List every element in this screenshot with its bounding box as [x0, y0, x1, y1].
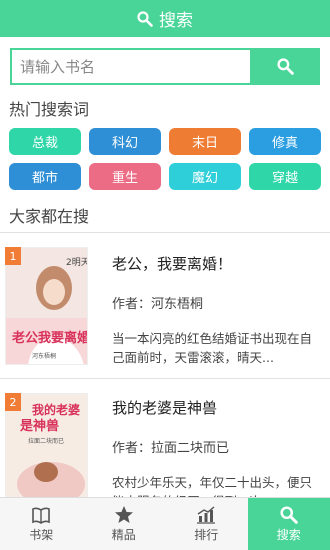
popular-search-title: 大家都在搜 — [9, 207, 90, 226]
tab-bookshelf[interactable]: 书架 — [0, 498, 83, 550]
tag-dushi[interactable]: 都市 — [9, 163, 81, 190]
book-description: 当一本闪亮的红色结婚证书出现在自己面前时，天雷滚滚，晴天... — [112, 331, 313, 365]
tag-mohuan[interactable]: 魔幻 — [169, 163, 241, 190]
star-icon — [114, 506, 133, 523]
page-title: 搜索 — [159, 11, 193, 31]
svg-text:老公我要离婚: 老公我要离婚 — [11, 330, 88, 346]
tab-search[interactable]: 搜索 — [247, 498, 330, 550]
rank-badge: 1 — [5, 247, 21, 265]
hot-search-title: 热门搜索词 — [9, 100, 90, 119]
svg-text:河东梧桐: 河东梧桐 — [32, 352, 56, 360]
book-title[interactable]: 老公，我要离婚！ — [112, 253, 232, 274]
search-icon — [137, 10, 153, 27]
book-author: 作者：拉面二块而已 — [112, 441, 230, 456]
tab-ranking[interactable]: 排行 — [165, 498, 248, 550]
tab-label: 搜索 — [276, 527, 301, 542]
book-title[interactable]: 我的老婆是神兽 — [112, 397, 217, 418]
book-icon — [32, 507, 51, 524]
tab-label: 排行 — [194, 527, 219, 542]
svg-text:2明天: 2明天 — [66, 257, 88, 268]
search-button[interactable] — [250, 48, 320, 85]
tag-kehuan[interactable]: 科幻 — [89, 128, 161, 155]
tag-zongcai[interactable]: 总裁 — [9, 128, 81, 155]
search-icon — [276, 58, 294, 75]
app-header: 搜索 — [0, 0, 330, 37]
tab-featured[interactable]: 精品 — [83, 498, 166, 550]
bottom-tab-bar: 书架 精品 排行 搜索 — [0, 497, 330, 550]
hot-tags: 总裁 科幻 末日 修真 都市 重生 魔幻 穿越 — [9, 128, 321, 190]
tag-chongsheng[interactable]: 重生 — [89, 163, 161, 190]
tab-label: 精品 — [111, 528, 136, 542]
search-icon — [280, 505, 298, 524]
svg-text:是神兽: 是神兽 — [19, 418, 59, 434]
tag-chuanyue[interactable]: 穿越 — [249, 163, 321, 190]
svg-text:拉面二块而已: 拉面二块而已 — [28, 437, 64, 445]
tag-mori[interactable]: 末日 — [169, 128, 241, 155]
svg-text:我的老婆: 我的老婆 — [32, 402, 80, 417]
book-item[interactable]: 1 2明天 老公我要离婚 河东梧桐 老公，我要离婚！ 作者：河东梧桐 当一本闪亮… — [0, 233, 330, 378]
chart-icon — [197, 505, 216, 524]
book-author: 作者：河东梧桐 — [112, 297, 204, 312]
search-input[interactable] — [10, 48, 250, 85]
search-bar — [10, 48, 320, 85]
rank-badge: 2 — [5, 393, 21, 411]
tag-xiuzhen[interactable]: 修真 — [249, 128, 321, 155]
tab-label: 书架 — [29, 527, 54, 542]
